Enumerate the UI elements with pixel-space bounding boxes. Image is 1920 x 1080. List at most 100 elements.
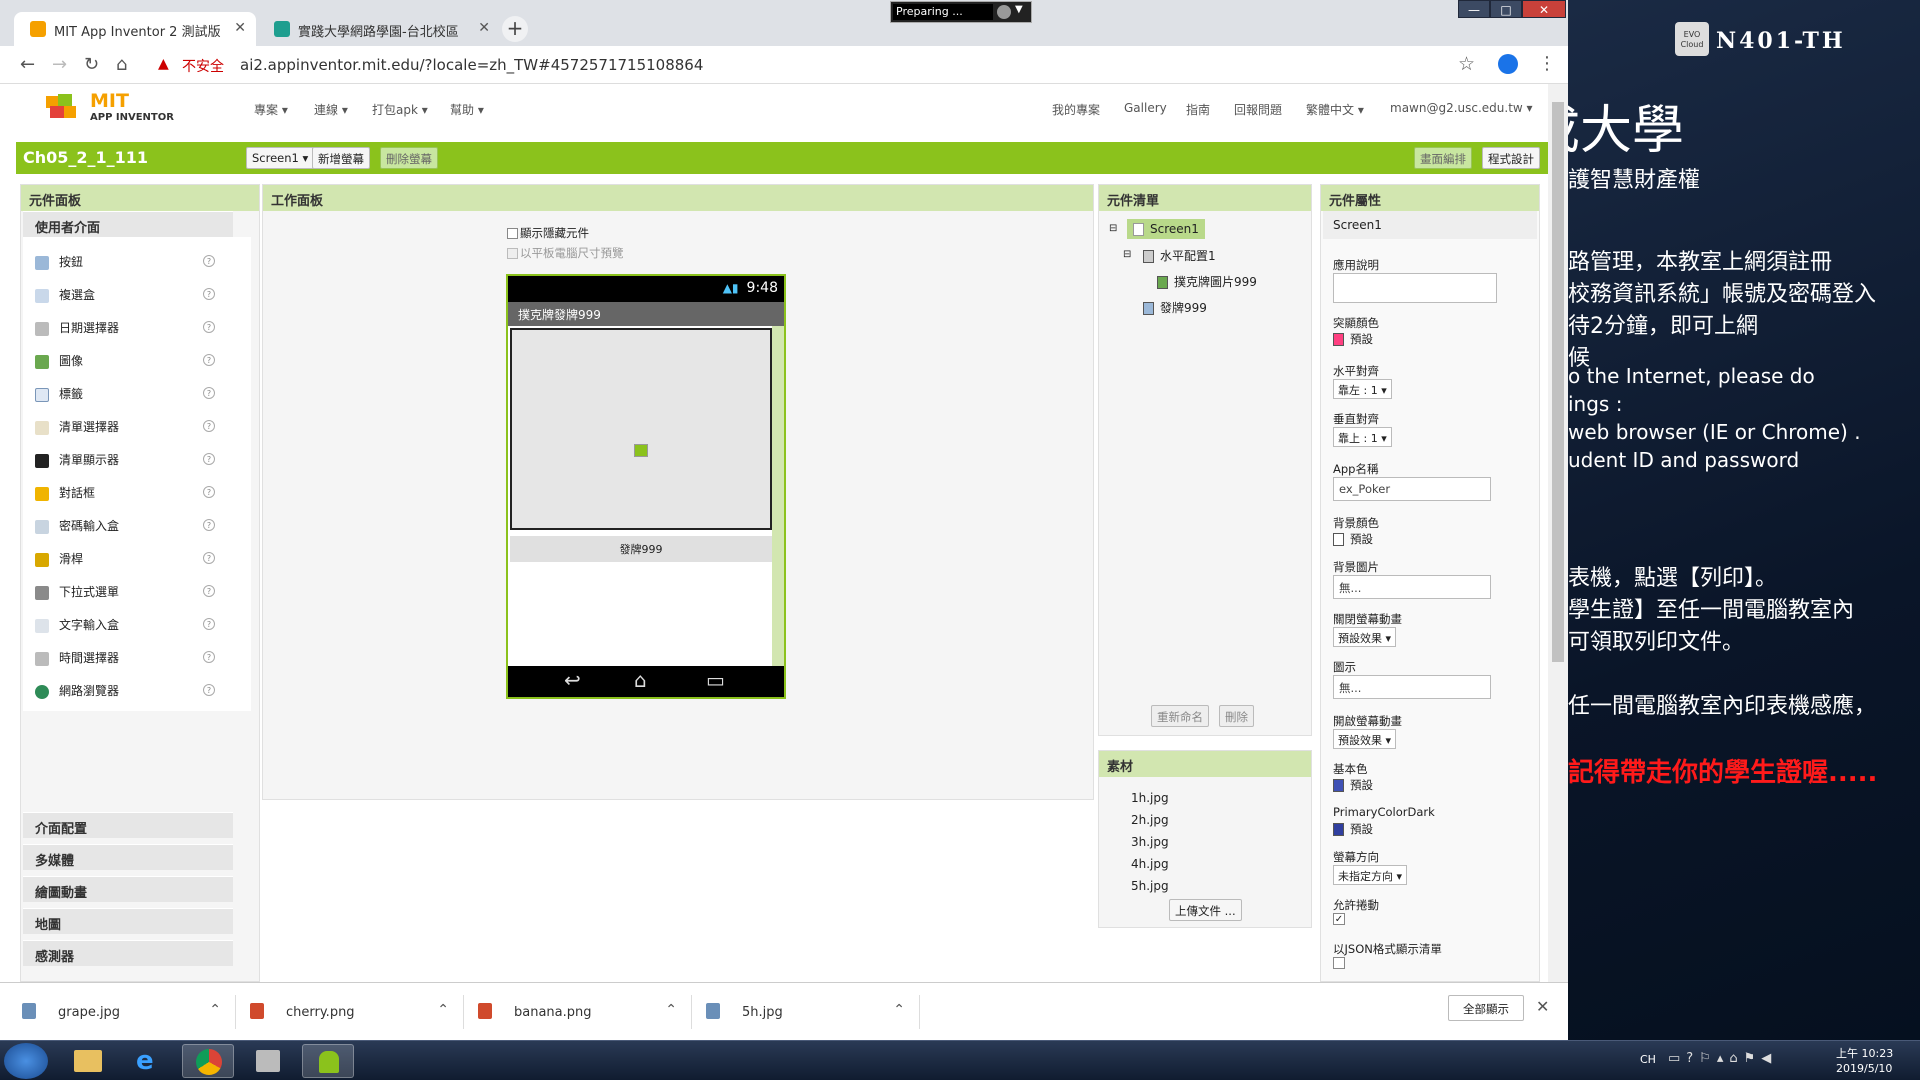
palette-item-textbox[interactable]: 文字輸入盒? [35,616,215,636]
palette-item-checkbox[interactable]: 複選盒? [35,286,215,306]
record-icon[interactable] [997,5,1011,19]
palette-item-datepicker[interactable]: 日期選擇器? [35,319,215,339]
help-icon[interactable]: ? [203,684,215,696]
palette-item-webviewer[interactable]: 網路瀏覽器? [35,682,215,702]
palette-section-ui[interactable]: 使用者介面 [23,211,233,237]
palette-item-passwordtextbox[interactable]: 密碼輸入盒? [35,517,215,537]
scrollbar-thumb[interactable] [1552,102,1564,662]
help-icon[interactable]: ? [203,420,215,432]
menu-account[interactable]: mawn@g2.usc.edu.tw ▾ [1390,101,1533,115]
rename-button[interactable]: 重新命名 [1151,705,1209,727]
palette-item-image[interactable]: 圖像? [35,352,215,372]
insecure-label[interactable]: 不安全 [182,56,224,76]
media-file[interactable]: 5h.jpg [1131,879,1169,893]
icon-input[interactable]: 無... [1333,675,1491,699]
show-all-downloads-button[interactable]: 全部顯示 [1448,995,1524,1021]
help-icon[interactable]: ? [203,387,215,399]
chevron-up-icon[interactable]: ⌃ [665,1002,677,1018]
start-button[interactable] [4,1043,48,1079]
chrome-taskbar-icon[interactable] [182,1044,234,1078]
blocks-button[interactable]: 程式設計 [1482,147,1540,169]
deal-button-component[interactable]: 發牌999 [510,536,772,562]
close-tab-icon[interactable]: ✕ [478,20,490,36]
collapse-icon[interactable]: ⊟ [1123,249,1131,260]
background-color-picker[interactable]: 預設 [1333,531,1373,547]
clock-date[interactable]: 2019/5/10 [1836,1062,1892,1075]
back-arrow-icon[interactable]: ← [20,54,35,75]
collapse-icon[interactable]: ⊟ [1109,223,1117,234]
help-icon[interactable]: ? [203,255,215,267]
internet-explorer-taskbar-icon[interactable]: e [122,1044,174,1078]
menu-connect[interactable]: 連線 ▾ [314,101,348,118]
file-explorer-taskbar-icon[interactable] [62,1044,114,1078]
android-emulator-taskbar-icon[interactable] [302,1044,354,1078]
tab-usc-elearning[interactable]: 實踐大學網路學園-台北校區 ✕ [258,12,500,46]
clock-time[interactable]: 上午 10:23 [1836,1045,1893,1061]
card-image-component[interactable] [510,328,772,530]
align-horizontal-select[interactable]: 靠左 : 1 ▾ [1333,379,1392,399]
page-scrollbar[interactable] [1548,84,1568,982]
media-file[interactable]: 1h.jpg [1131,791,1169,805]
palette-item-timepicker[interactable]: 時間選擇器? [35,649,215,669]
json-lists-checkbox[interactable] [1333,957,1345,969]
help-icon[interactable]: ? [203,552,215,564]
close-window-button[interactable]: ✕ [1522,0,1566,18]
mit-app-inventor-logo[interactable]: MIT APP INVENTOR [44,88,184,128]
download-item[interactable]: banana.png ⌃ [468,995,692,1029]
add-screen-button[interactable]: 新增螢幕 [312,147,370,169]
upload-file-button[interactable]: 上傳文件 ... [1169,899,1242,921]
dropdown-arrow-icon[interactable]: ▼ [1015,4,1023,15]
help-icon[interactable]: ? [203,651,215,663]
palette-category-sensors[interactable]: 感測器 [23,940,233,966]
menu-project[interactable]: 專案 ▾ [254,101,288,118]
download-item[interactable]: grape.jpg ⌃ [12,995,236,1029]
menu-gallery[interactable]: Gallery [1124,101,1167,115]
menu-help[interactable]: 幫助 ▾ [450,101,484,118]
help-icon[interactable]: ? [203,486,215,498]
media-file[interactable]: 2h.jpg [1131,813,1169,827]
help-icon[interactable]: ? [203,519,215,531]
background-image-input[interactable]: 無... [1333,575,1491,599]
help-icon[interactable]: ? [203,288,215,300]
tree-screen1[interactable]: Screen1 [1127,219,1205,239]
bookmark-star-icon[interactable]: ☆ [1458,53,1475,75]
close-animation-select[interactable]: 預設效果 ▾ [1333,627,1397,647]
designer-button[interactable]: 畫面編排 [1414,147,1472,169]
menu-report[interactable]: 回報問題 [1234,101,1282,118]
palette-category-drawing[interactable]: 繪圖動畫 [23,876,233,902]
app-name-input[interactable]: ex_Poker [1333,477,1491,501]
help-icon[interactable]: ? [203,453,215,465]
palette-item-listpicker[interactable]: 清單選擇器? [35,418,215,438]
download-item[interactable]: 5h.jpg ⌃ [696,995,920,1029]
primary-color-picker[interactable]: 預設 [1333,777,1373,793]
help-icon[interactable]: ? [203,354,215,366]
media-taskbar-icon[interactable] [242,1044,294,1078]
menu-guide[interactable]: 指南 [1186,101,1210,118]
tree-horizontal-arrangement[interactable]: 水平配置1 [1143,247,1216,264]
media-file[interactable]: 4h.jpg [1131,857,1169,871]
help-icon[interactable]: ? [203,321,215,333]
remove-screen-button[interactable]: 刪除螢幕 [380,147,438,169]
system-tray-icons[interactable]: ▭?⚐▴⌂⚑◀ [1668,1051,1777,1066]
maximize-button[interactable]: □ [1490,0,1522,18]
open-animation-select[interactable]: 預設效果 ▾ [1333,729,1397,749]
help-icon[interactable]: ? [203,618,215,630]
chevron-up-icon[interactable]: ⌃ [437,1002,449,1018]
palette-item-notifier[interactable]: 對話框? [35,484,215,504]
tree-card-image[interactable]: 撲克牌圖片999 [1157,273,1257,290]
chevron-up-icon[interactable]: ⌃ [893,1002,905,1018]
delete-button[interactable]: 刪除 [1219,705,1254,727]
palette-category-layout[interactable]: 介面配置 [23,812,233,838]
menu-my-projects[interactable]: 我的專案 [1052,101,1100,118]
palette-category-maps[interactable]: 地圖 [23,908,233,934]
scrollable-checkbox[interactable]: ✓ [1333,913,1345,925]
input-language-indicator[interactable]: CH [1640,1053,1656,1066]
new-tab-button[interactable]: + [502,16,528,42]
chevron-up-icon[interactable]: ⌃ [209,1002,221,1018]
url-field[interactable]: ai2.appinventor.mit.edu/?locale=zh_TW#45… [240,56,703,74]
reload-icon[interactable]: ↻ [84,54,99,75]
close-downloads-icon[interactable]: ✕ [1536,997,1549,1016]
palette-item-label[interactable]: 標籤? [35,385,215,405]
palette-item-slider[interactable]: 滑桿? [35,550,215,570]
tablet-preview-checkbox[interactable]: 以平板電腦尺寸預覽 [507,245,624,261]
